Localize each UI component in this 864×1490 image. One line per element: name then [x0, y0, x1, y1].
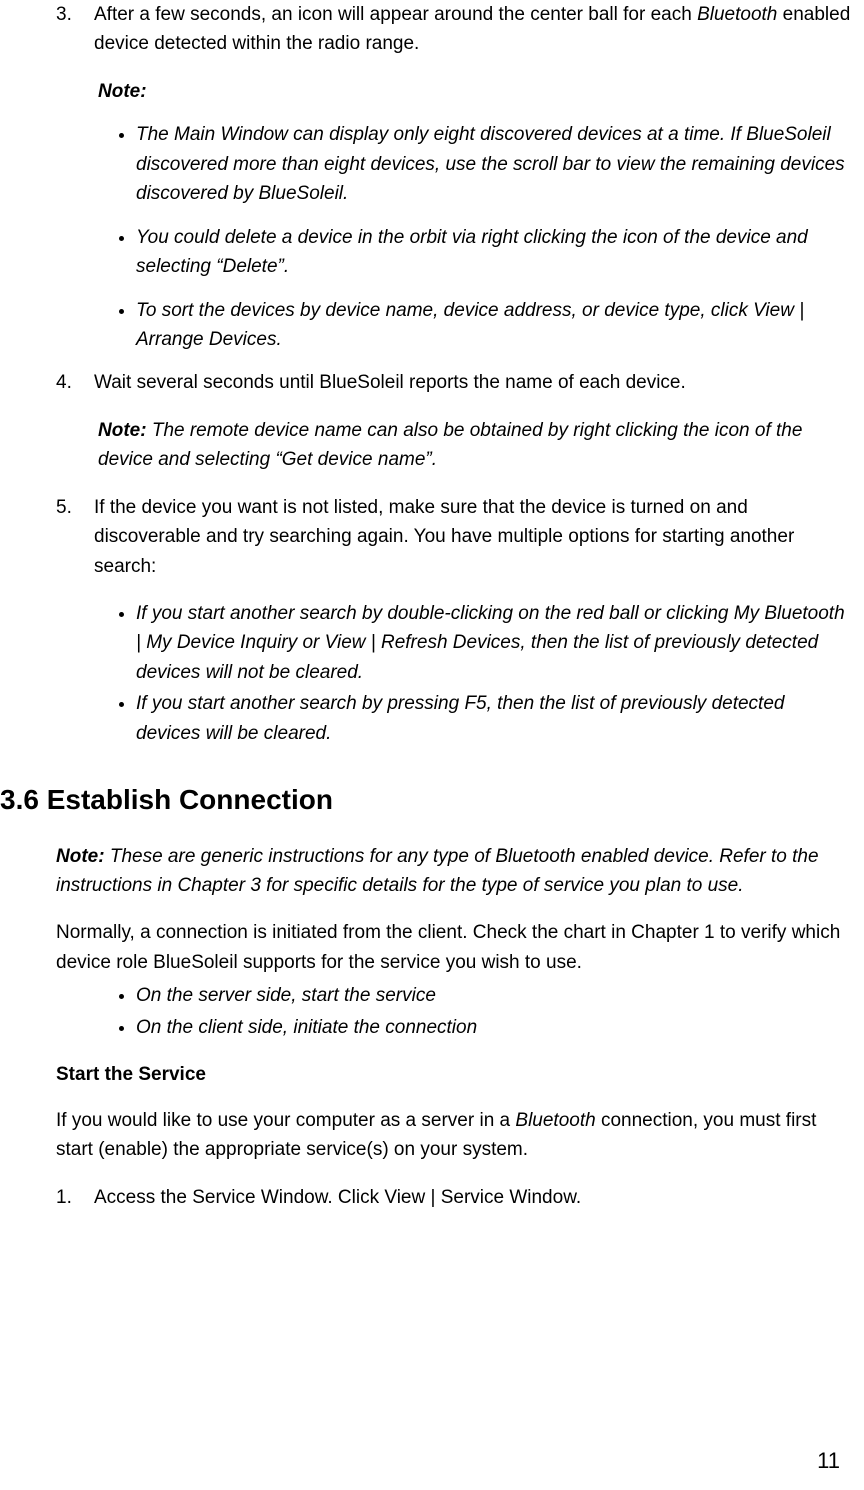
list-item: 1. Access the Service Window. Click View…: [56, 1183, 854, 1212]
list-body: If the device you want is not listed, ma…: [94, 493, 854, 581]
list-item: If you start another search by double-cl…: [136, 599, 854, 687]
text: If you would like to use your computer a…: [56, 1110, 515, 1131]
paragraph: If you would like to use your computer a…: [56, 1106, 854, 1165]
list-item: On the server side, start the service: [136, 981, 854, 1010]
list-marker: 4.: [56, 368, 94, 397]
note-text: The remote device name can also be obtai…: [98, 420, 802, 470]
note-label: Note:: [56, 846, 105, 867]
list-item: 5. If the device you want is not listed,…: [56, 493, 854, 581]
brand-term: Bluetooth: [515, 1110, 595, 1131]
note-label: Note:: [98, 81, 147, 102]
paragraph: Normally, a connection is initiated from…: [56, 918, 854, 977]
page-number: 11: [817, 1444, 840, 1478]
list-item: To sort the devices by device name, devi…: [136, 296, 854, 355]
list-item: 4. Wait several seconds until BlueSoleil…: [56, 368, 854, 397]
ordered-list: 5. If the device you want is not listed,…: [56, 493, 854, 581]
document-page: 3. After a few seconds, an icon will app…: [0, 0, 864, 1490]
list-item: The Main Window can display only eight d…: [136, 120, 854, 208]
list-body: Wait several seconds until BlueSoleil re…: [94, 368, 854, 397]
ordered-list: 1. Access the Service Window. Click View…: [56, 1183, 854, 1212]
search-options-list: If you start another search by double-cl…: [94, 599, 854, 748]
list-item: On the client side, initiate the connect…: [136, 1013, 854, 1042]
role-list: On the server side, start the service On…: [94, 981, 854, 1042]
section-heading: 3.6 Establish Connection: [0, 778, 854, 821]
note-bullet-list: The Main Window can display only eight d…: [94, 120, 854, 354]
list-item: 3. After a few seconds, an icon will app…: [56, 0, 854, 59]
text: After a few seconds, an icon will appear…: [94, 4, 697, 25]
list-item: If you start another search by pressing …: [136, 689, 854, 748]
list-marker: 5.: [56, 493, 94, 581]
list-marker: 1.: [56, 1183, 94, 1212]
note-block: Note: These are generic instructions for…: [56, 842, 854, 901]
subheading: Start the Service: [56, 1060, 854, 1089]
brand-term: Bluetooth: [697, 4, 777, 25]
note-block: Note: The remote device name can also be…: [98, 416, 854, 475]
note-label: Note:: [98, 420, 147, 441]
list-marker: 3.: [56, 0, 94, 59]
note-text: These are generic instructions for any t…: [56, 846, 819, 896]
list-body: After a few seconds, an icon will appear…: [94, 0, 854, 59]
note-block: Note:: [98, 77, 854, 106]
list-body: Access the Service Window. Click View | …: [94, 1183, 854, 1212]
list-item: You could delete a device in the orbit v…: [136, 223, 854, 282]
ordered-list: 3. After a few seconds, an icon will app…: [56, 0, 854, 59]
ordered-list: 4. Wait several seconds until BlueSoleil…: [56, 368, 854, 397]
